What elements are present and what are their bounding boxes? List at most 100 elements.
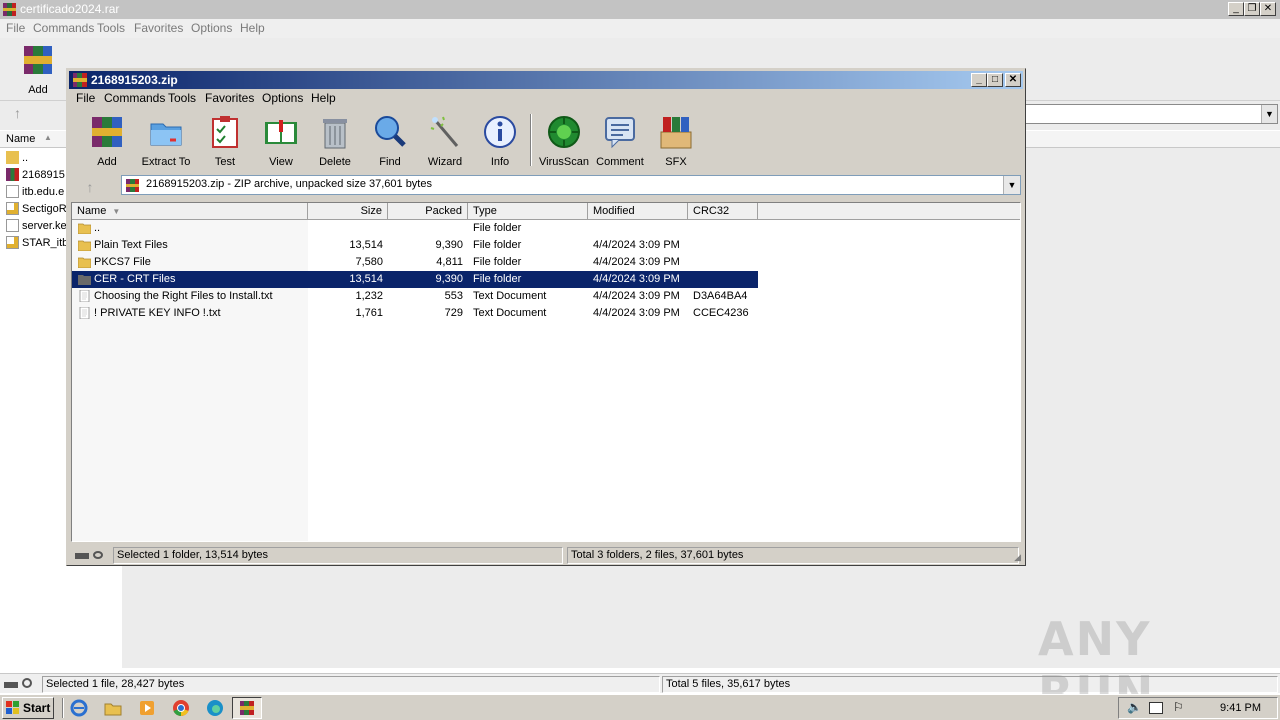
- test-clipboard-icon: [212, 116, 238, 148]
- extract-to-button[interactable]: Extract To: [136, 112, 196, 170]
- background-address-combo[interactable]: ▼: [1024, 104, 1278, 124]
- info-button[interactable]: Info: [470, 112, 530, 170]
- sfx-button[interactable]: SFX: [646, 112, 706, 170]
- cell-type: Text Document: [473, 290, 547, 302]
- cell-name: Plain Text Files: [94, 239, 168, 251]
- list-item[interactable]: 2168915: [6, 167, 65, 184]
- column-filler: [758, 203, 1020, 220]
- edge-icon[interactable]: [206, 699, 224, 717]
- cell-name: ..: [94, 222, 101, 234]
- extract-folder-icon: [150, 123, 182, 146]
- wand-icon: [430, 116, 459, 147]
- virusscan-button[interactable]: VirusScan: [534, 112, 594, 170]
- menu-favorites[interactable]: Favorites: [134, 21, 183, 35]
- close-button[interactable]: ✕: [1260, 2, 1276, 16]
- background-window-title: certificado2024.rar: [20, 2, 120, 16]
- table-row[interactable]: ! PRIVATE KEY INFO !.txt 1,761 729 Text Doc…: [72, 305, 758, 322]
- view-button[interactable]: View: [251, 112, 311, 170]
- file-list: Name ▼ Size Packed Type Modified CRC32 ..…: [71, 202, 1021, 542]
- comment-icon: [605, 117, 635, 149]
- bg-add-button[interactable]: Add: [8, 40, 68, 98]
- taskbar-winrar-button[interactable]: [232, 697, 262, 719]
- list-item[interactable]: STAR_itb: [6, 235, 68, 252]
- archive-window-titlebar[interactable]: 2168915203.zip _ □ ✕: [69, 71, 1023, 89]
- cell-size: 1,761: [355, 307, 383, 319]
- table-row[interactable]: .. File folder: [72, 220, 758, 237]
- cell-modified: 4/4/2024 3:09 PM: [593, 239, 680, 251]
- menu-commands[interactable]: Commands: [33, 21, 94, 35]
- up-arrow-icon[interactable]: ↑: [14, 105, 21, 121]
- document-icon: [6, 185, 19, 198]
- table-row[interactable]: Choosing the Right Files to Install.txt 1…: [72, 288, 758, 305]
- start-button[interactable]: Start: [2, 697, 54, 719]
- cell-type: File folder: [473, 273, 522, 285]
- list-item[interactable]: SectigoR: [6, 201, 67, 218]
- comment-button[interactable]: Comment: [590, 112, 650, 170]
- chevron-down-icon[interactable]: ▼: [1261, 105, 1277, 123]
- column-modified[interactable]: Modified: [588, 203, 688, 220]
- close-button[interactable]: ✕: [1005, 73, 1021, 87]
- chevron-down-icon[interactable]: ▼: [1003, 176, 1020, 194]
- column-type[interactable]: Type: [468, 203, 588, 220]
- clock[interactable]: 9:41 PM: [1220, 702, 1261, 714]
- media-player-icon[interactable]: [138, 699, 156, 717]
- add-button[interactable]: Add: [77, 112, 137, 170]
- menu-tools[interactable]: Tools: [97, 21, 125, 35]
- cell-crc32: [693, 254, 758, 271]
- winrar-app-icon: [73, 73, 87, 87]
- add-archive-icon: [92, 117, 122, 147]
- internet-explorer-icon[interactable]: [70, 699, 88, 717]
- status-selected: Selected 1 file, 28,427 bytes: [42, 676, 660, 693]
- table-row[interactable]: PKCS7 File 7,580 4,811 File folder 4/4/2024 …: [72, 254, 758, 271]
- drive-icon: [75, 550, 103, 562]
- table-row[interactable]: Plain Text Files 13,514 9,390 File folder 4/…: [72, 237, 758, 254]
- minimize-button[interactable]: _: [1228, 2, 1244, 16]
- address-text: 2168915203.zip - ZIP archive, unpacked s…: [146, 178, 432, 190]
- taskbar-separator: [62, 698, 64, 718]
- column-crc32[interactable]: CRC32: [688, 203, 758, 220]
- toolbar: Add Extract To Test View Delete Find Wiz…: [69, 110, 1023, 172]
- menu-options[interactable]: Options: [262, 91, 303, 105]
- text-document-icon: [79, 290, 90, 302]
- column-packed[interactable]: Packed: [388, 203, 468, 220]
- cell-crc32: [693, 237, 758, 254]
- list-item[interactable]: server.ke: [6, 218, 67, 235]
- address-combo[interactable]: 2168915203.zip - ZIP archive, unpacked s…: [121, 175, 1021, 195]
- bg-header-name[interactable]: Name: [6, 133, 35, 145]
- file-explorer-icon[interactable]: [104, 699, 122, 717]
- background-window-titlebar[interactable]: certificado2024.rar _ ❐ ✕: [0, 0, 1280, 19]
- menu-options[interactable]: Options: [191, 21, 232, 35]
- menu-file[interactable]: File: [76, 91, 95, 105]
- list-item[interactable]: ..: [6, 150, 28, 167]
- chrome-icon[interactable]: [172, 699, 190, 717]
- menu-file[interactable]: File: [6, 21, 25, 35]
- sort-ascending-icon: ▲: [44, 133, 52, 142]
- menu-favorites[interactable]: Favorites: [205, 91, 254, 105]
- menu-commands[interactable]: Commands: [104, 91, 165, 105]
- volume-icon[interactable]: 🔈: [1127, 700, 1142, 714]
- find-button[interactable]: Find: [360, 112, 420, 170]
- wizard-button[interactable]: Wizard: [415, 112, 475, 170]
- column-name[interactable]: Name ▼: [72, 203, 308, 220]
- cell-packed: 9,390: [435, 239, 463, 251]
- list-item[interactable]: itb.edu.e: [6, 184, 64, 201]
- cell-crc32: CCEC4236: [693, 307, 749, 319]
- status-bar: Selected 1 folder, 13,514 bytes Total 3 …: [69, 545, 1023, 565]
- maximize-button[interactable]: □: [987, 73, 1003, 87]
- resize-grip-icon[interactable]: ◢: [1014, 552, 1021, 563]
- cell-modified: 4/4/2024 3:09 PM: [593, 290, 680, 302]
- flag-notification-icon[interactable]: ⚐: [1173, 700, 1184, 714]
- up-arrow-icon[interactable]: ↑: [79, 177, 101, 197]
- folder-icon: [78, 257, 91, 268]
- restore-button[interactable]: ❐: [1244, 2, 1260, 16]
- certificate-icon: [6, 202, 19, 215]
- menu-help[interactable]: Help: [240, 21, 265, 35]
- menu-help[interactable]: Help: [311, 91, 336, 105]
- menu-tools[interactable]: Tools: [168, 91, 196, 105]
- delete-button[interactable]: Delete: [305, 112, 365, 170]
- table-row[interactable]: CER - CRT Files 13,514 9,390 File folder 4/4…: [72, 271, 758, 288]
- network-icon[interactable]: [1149, 702, 1163, 714]
- minimize-button[interactable]: _: [971, 73, 987, 87]
- test-button[interactable]: Test: [195, 112, 255, 170]
- column-size[interactable]: Size: [308, 203, 388, 220]
